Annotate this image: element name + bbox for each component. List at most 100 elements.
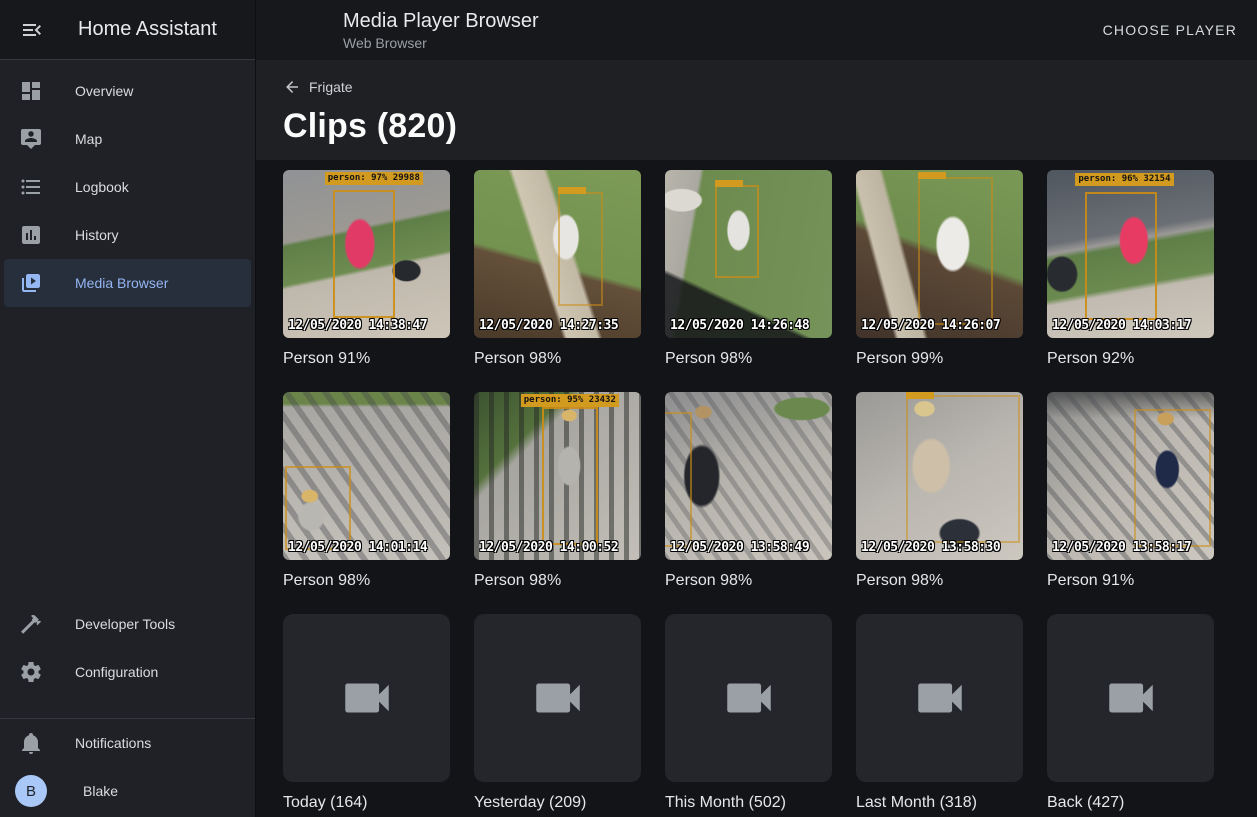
breadcrumb-label: Frigate (309, 79, 353, 95)
sidebar-item-label: Notifications (75, 735, 151, 751)
sidebar-item-map[interactable]: Map (0, 115, 255, 163)
clip-item[interactable]: 12/05/2020 13:58:30 Person 98% (856, 392, 1023, 592)
sidebar-item-history[interactable]: History (0, 211, 255, 259)
folder-caption: Last Month (318) (856, 792, 1023, 814)
folder-item-back[interactable]: Back (427) (1047, 614, 1214, 814)
clip-item[interactable]: 12/05/2020 14:01:14 Person 98% (283, 392, 450, 592)
avatar: B (15, 775, 47, 807)
clip-thumbnail: 12/05/2020 14:26:48 (665, 170, 832, 338)
folder-caption: Back (427) (1047, 792, 1214, 814)
clip-thumbnail: person: 95% 23432 12/05/2020 14:00:52 (474, 392, 641, 560)
sidebar-item-label: Logbook (75, 179, 129, 195)
clip-thumbnail: 12/05/2020 13:58:49 (665, 392, 832, 560)
folder-item-this-month[interactable]: This Month (502) (665, 614, 832, 814)
topbar-titles: Media Player Browser Web Browser (343, 9, 539, 51)
avatar-initial: B (26, 783, 36, 800)
clip-caption: Person 98% (856, 570, 1023, 592)
clip-timestamp: 12/05/2020 14:38:47 (288, 318, 427, 333)
folder-item-yesterday[interactable]: Yesterday (209) (474, 614, 641, 814)
sidebar-footer: Developer Tools Configuration Notificati… (0, 600, 255, 815)
sidebar-item-profile[interactable]: B Blake (0, 767, 255, 815)
user-name: Blake (83, 783, 118, 799)
detection-bounding-box (558, 192, 603, 306)
clip-caption: Person 98% (474, 570, 641, 592)
video-icon (911, 669, 969, 727)
view-header: Frigate Clips (820) (256, 60, 1257, 160)
sidebar-item-notifications[interactable]: Notifications (0, 719, 255, 767)
view-dashboard-icon (19, 79, 43, 103)
detection-label: person: 95% 23432 (521, 394, 619, 407)
main-area: Media Player Browser Web Browser CHOOSE … (256, 0, 1257, 817)
clip-timestamp: 12/05/2020 13:58:49 (670, 540, 809, 555)
folder-caption: This Month (502) (665, 792, 832, 814)
clip-item[interactable]: person: 97% 29988 12/05/2020 14:38:47 Pe… (283, 170, 450, 370)
sidebar-item-label: History (75, 227, 119, 243)
detection-bounding-box (1085, 192, 1157, 320)
folder-tile (1047, 614, 1214, 782)
page-subtitle: Web Browser (343, 35, 539, 51)
clip-thumbnail: 12/05/2020 14:01:14 (283, 392, 450, 560)
detection-bounding-box (715, 185, 758, 277)
clip-item[interactable]: 12/05/2020 13:58:49 Person 98% (665, 392, 832, 592)
clip-caption: Person 91% (1047, 570, 1214, 592)
video-icon (529, 669, 587, 727)
sidebar-item-label: Overview (75, 83, 133, 99)
sidebar-item-media-browser[interactable]: Media Browser (4, 259, 251, 307)
choose-player-button[interactable]: CHOOSE PLAYER (1103, 14, 1237, 46)
clip-item[interactable]: 12/05/2020 14:27:35 Person 98% (474, 170, 641, 370)
breadcrumb[interactable]: Frigate (283, 78, 353, 96)
sidebar-item-logbook[interactable]: Logbook (0, 163, 255, 211)
sidebar-item-configuration[interactable]: Configuration (0, 648, 255, 696)
clip-timestamp: 12/05/2020 14:26:07 (861, 318, 1000, 333)
sidebar-nav: Overview Map Logbook History Media Brows… (0, 60, 255, 307)
clip-thumbnail: 12/05/2020 13:58:30 (856, 392, 1023, 560)
video-icon (1102, 669, 1160, 727)
folder-item-today[interactable]: Today (164) (283, 614, 450, 814)
tooltip-account-icon (19, 127, 43, 151)
arrow-left-icon (283, 78, 301, 96)
sidebar-item-label: Configuration (75, 664, 158, 680)
app-title: Home Assistant (78, 18, 217, 41)
clip-timestamp: 12/05/2020 14:26:48 (670, 318, 809, 333)
clip-caption: Person 98% (665, 348, 832, 370)
clip-caption: Person 91% (283, 348, 450, 370)
detection-label (715, 180, 743, 187)
folder-tile (283, 614, 450, 782)
clip-timestamp: 12/05/2020 14:27:35 (479, 318, 618, 333)
clip-caption: Person 98% (665, 570, 832, 592)
clip-timestamp: 12/05/2020 14:03:17 (1052, 318, 1191, 333)
detection-label (906, 392, 934, 399)
clip-timestamp: 12/05/2020 14:00:52 (479, 540, 618, 555)
clip-thumbnail: 12/05/2020 14:27:35 (474, 170, 641, 338)
sidebar-item-overview[interactable]: Overview (0, 67, 255, 115)
view-title: Clips (820) (283, 107, 1257, 146)
topbar: Media Player Browser Web Browser CHOOSE … (256, 0, 1257, 60)
clip-item[interactable]: 12/05/2020 14:26:48 Person 98% (665, 170, 832, 370)
sidebar-item-label: Media Browser (75, 275, 168, 291)
folder-caption: Today (164) (283, 792, 450, 814)
detection-bounding-box (1134, 409, 1211, 547)
folder-item-last-month[interactable]: Last Month (318) (856, 614, 1023, 814)
sidebar-toggle-button[interactable] (20, 18, 44, 42)
clip-item[interactable]: 12/05/2020 14:26:07 Person 99% (856, 170, 1023, 370)
folder-tile (856, 614, 1023, 782)
media-content: person: 97% 29988 12/05/2020 14:38:47 Pe… (256, 160, 1257, 817)
clip-item[interactable]: person: 96% 32154 12/05/2020 14:03:17 Pe… (1047, 170, 1214, 370)
sidebar-header: Home Assistant (0, 0, 255, 60)
detection-bounding-box (542, 407, 597, 545)
detection-label: person: 96% 32154 (1075, 173, 1173, 186)
clip-thumbnail: 12/05/2020 13:58:17 (1047, 392, 1214, 560)
detection-label (558, 187, 586, 194)
clip-item[interactable]: 12/05/2020 13:58:17 Person 91% (1047, 392, 1214, 592)
play-box-multiple-icon (19, 271, 43, 295)
sidebar-item-developer-tools[interactable]: Developer Tools (0, 600, 255, 648)
menu-open-icon (20, 18, 44, 42)
clip-caption: Person 98% (474, 348, 641, 370)
clip-item[interactable]: person: 95% 23432 12/05/2020 14:00:52 Pe… (474, 392, 641, 592)
clip-caption: Person 99% (856, 348, 1023, 370)
video-icon (720, 669, 778, 727)
folder-tile (665, 614, 832, 782)
clip-thumbnail: person: 97% 29988 12/05/2020 14:38:47 (283, 170, 450, 338)
detection-label: person: 97% 29988 (325, 172, 423, 185)
clip-timestamp: 12/05/2020 14:01:14 (288, 540, 427, 555)
